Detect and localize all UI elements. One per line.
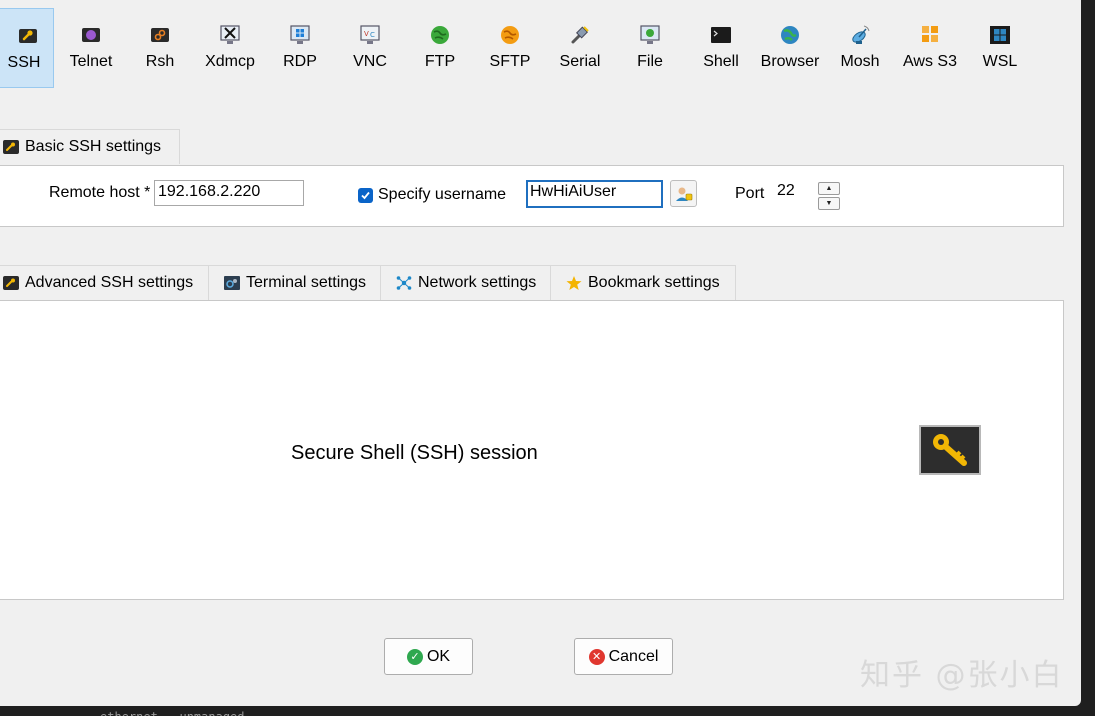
username-input[interactable]: HwHiAiUser [526, 180, 663, 208]
remote-host-input[interactable]: 192.168.2.220 [154, 180, 304, 206]
port-increment-button[interactable]: ▲ [818, 182, 840, 195]
session-type-shell[interactable]: Shell [686, 8, 756, 88]
tab-advanced-ssh-settings[interactable]: Advanced SSH settings [0, 265, 209, 300]
session-type-wsl[interactable]: WSL [965, 8, 1035, 88]
globe-green-icon [429, 24, 451, 46]
cancel-label: Cancel [608, 647, 659, 665]
session-type-serial[interactable]: Serial [545, 8, 615, 88]
session-type-vnc[interactable]: VC VNC [335, 8, 405, 88]
session-type-sftp[interactable]: SFTP [475, 8, 545, 88]
port-stepper[interactable]: ▲ ▼ [818, 182, 840, 210]
cancel-circle-icon: ✕ [588, 648, 605, 665]
session-type-label: Shell [703, 53, 739, 70]
session-type-rsh[interactable]: Rsh [125, 8, 195, 88]
network-icon [396, 275, 412, 291]
wrench-icon [17, 25, 39, 47]
terminal-icon [710, 24, 732, 46]
tab-bookmark-settings[interactable]: Bookmark settings [550, 265, 736, 300]
session-type-label: Serial [559, 53, 601, 70]
session-type-label: Mosh [840, 53, 880, 70]
session-type-label: VNC [353, 53, 387, 70]
session-type-xdmcp[interactable]: Xdmcp [195, 8, 265, 88]
session-type-rdp[interactable]: RDP [265, 8, 335, 88]
port-decrement-button[interactable]: ▼ [818, 197, 840, 210]
session-type-mosh[interactable]: Mosh [825, 8, 895, 88]
windows-logo-icon [989, 24, 1011, 46]
session-type-label: Aws S3 [903, 53, 957, 70]
browser-globe-icon [779, 24, 801, 46]
key-icon [930, 431, 970, 469]
ok-button[interactable]: ✓ OK [384, 638, 473, 675]
serial-plug-icon [569, 24, 591, 46]
remote-host-label: Remote host * [49, 184, 151, 201]
wrench-icon [3, 275, 19, 291]
port-input[interactable]: 22 [774, 180, 818, 206]
session-type-label: WSL [982, 53, 1018, 70]
session-type-toolbar: SSH Telnet Rsh Xdmcp RDP V C VNC FTP SFT… [0, 8, 1081, 88]
background-terminal-text: ethernet unmanaged [100, 706, 245, 716]
session-type-label: Rsh [145, 53, 175, 70]
aws-cubes-icon [919, 24, 941, 46]
svg-text:C: C [370, 31, 375, 39]
session-type-ftp[interactable]: FTP [405, 8, 475, 88]
session-type-aws-s3[interactable]: Aws S3 [895, 8, 965, 88]
chevron-down-icon: ▼ [825, 200, 833, 207]
windows-monitor-icon [289, 24, 311, 46]
tab-label: Advanced SSH settings [25, 274, 194, 291]
session-settings-dialog: SSH Telnet Rsh Xdmcp RDP V C VNC FTP SFT… [0, 0, 1081, 706]
watermark: 知乎 @张小白 [860, 658, 1064, 693]
tab-basic-ssh-settings[interactable]: Basic SSH settings [0, 129, 180, 164]
user-manager-button[interactable] [670, 180, 697, 207]
session-type-file[interactable]: File [615, 8, 685, 88]
ok-label: OK [426, 647, 451, 665]
terminal-settings-icon [224, 275, 240, 291]
x-display-icon [219, 24, 241, 46]
tab-network-settings[interactable]: Network settings [380, 265, 551, 300]
satellite-icon [849, 24, 871, 46]
tab-label: Bookmark settings [588, 274, 720, 291]
basic-settings-panel: Remote host * 192.168.2.220 Specify user… [0, 165, 1064, 227]
session-type-label: SFTP [489, 53, 531, 70]
session-key-tile [919, 425, 981, 475]
rsh-icon [149, 24, 171, 46]
session-type-label: Browser [760, 53, 820, 70]
vnc-monitor-icon: VC [359, 24, 381, 46]
tab-label: Basic SSH settings [25, 138, 162, 155]
session-type-label: Xdmcp [205, 53, 255, 70]
wrench-icon [3, 139, 19, 155]
svg-text:V: V [364, 30, 369, 38]
tab-label: Network settings [418, 274, 537, 291]
cancel-button[interactable]: ✕ Cancel [574, 638, 673, 675]
globe-orange-icon [499, 24, 521, 46]
file-monitor-icon [639, 24, 661, 46]
session-type-telnet[interactable]: Telnet [56, 8, 126, 88]
session-type-label: SSH [7, 54, 41, 71]
specify-username-label: Specify username [378, 186, 507, 203]
check-circle-icon: ✓ [406, 648, 423, 665]
session-type-label: File [637, 53, 663, 70]
specify-username-checkbox[interactable] [358, 188, 373, 203]
star-icon [566, 275, 582, 291]
chevron-up-icon: ▲ [825, 185, 833, 192]
session-type-label: FTP [424, 53, 456, 70]
session-type-ssh[interactable]: SSH [0, 8, 54, 88]
session-type-label: RDP [283, 53, 317, 70]
session-type-browser[interactable]: Browser [755, 8, 825, 88]
session-type-label: Telnet [69, 53, 113, 70]
telnet-icon [80, 24, 102, 46]
user-icon [675, 185, 693, 203]
tab-terminal-settings[interactable]: Terminal settings [208, 265, 381, 300]
session-description: Secure Shell (SSH) session [291, 442, 538, 464]
port-label: Port [735, 185, 765, 202]
tab-label: Terminal settings [246, 274, 367, 291]
